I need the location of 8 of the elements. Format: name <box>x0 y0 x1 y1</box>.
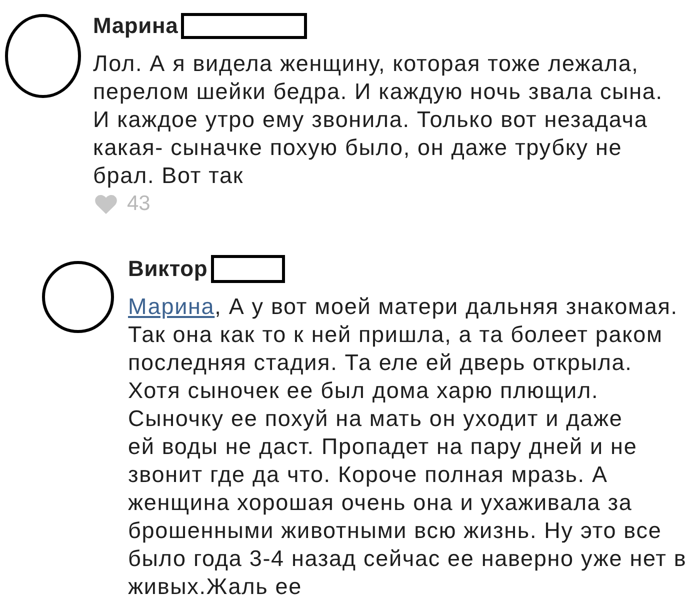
heart-icon[interactable] <box>95 194 117 214</box>
author-name[interactable]: Виктор <box>128 255 208 283</box>
comment-text: Лол. А я видела женщину, которая тоже лежала, перелом шейки бедра. И каждую ночь звала сына. И каждое утро ему звонила. Только вот незадача какая- сыначке похую было, он даже трубку не брал. Вот так <box>93 50 664 190</box>
mention-link[interactable]: Марина <box>128 294 215 319</box>
like-count: 43 <box>127 192 150 216</box>
avatar-circle <box>42 261 114 333</box>
comment-text: Марина, А у вот моей матери дальняя знакомая. Так она как то к ней пришла, а та болеет раком последняя стадия. Та еле ей дверь открыла. Хотя сыночек ее был дома харю плющил. Сыночку ее похуй на мать он уходит и даже ей воды не даст. Пропадет на пару дней и не звонит где да что. Короче полная мразь. А женщина хорошая очень она и ухаживала за брошенными животными всю жизнь. Ну это все было года 3-4 назад сейчас ее наверно уже нет в живых.Жаль ее <box>128 293 688 601</box>
author-name[interactable]: Марина <box>93 12 178 40</box>
